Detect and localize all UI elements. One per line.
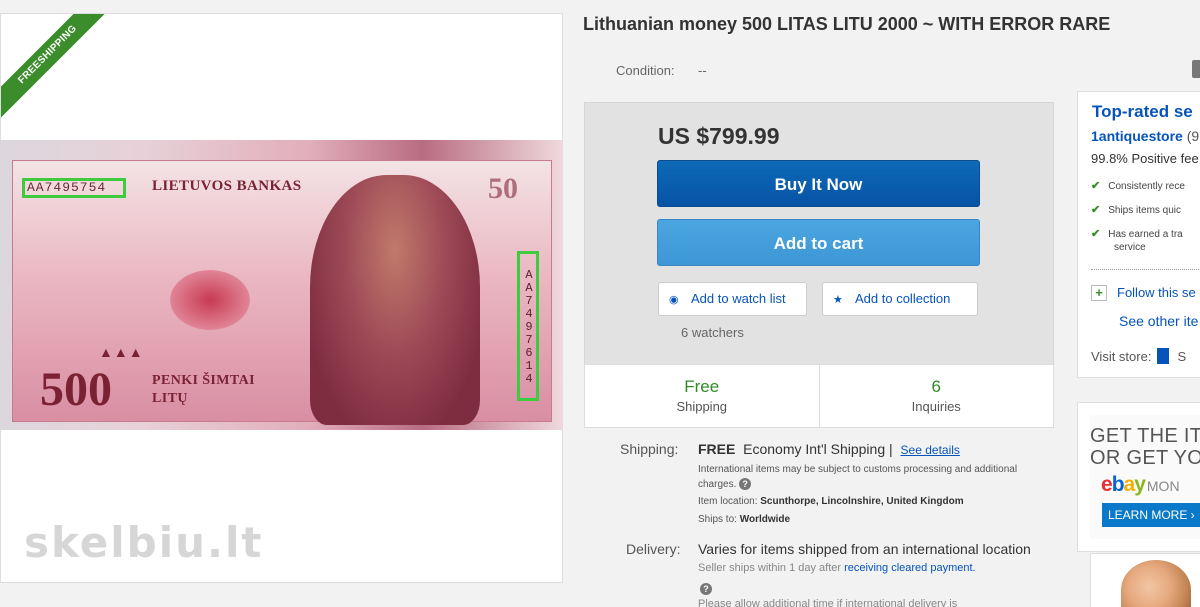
eye-icon: ◉ bbox=[669, 294, 679, 306]
check-icon: ✔ bbox=[1091, 204, 1101, 216]
visit-store[interactable]: Visit store: S bbox=[1091, 348, 1186, 364]
item-location-label: Item location: bbox=[698, 496, 758, 507]
item-stats: Free Shipping 6 Inquiries bbox=[584, 364, 1054, 428]
price: US $799.99 bbox=[658, 123, 780, 149]
condition-label: Condition: bbox=[616, 63, 675, 78]
perk-text: Has earned a tra bbox=[1108, 229, 1183, 240]
perk-text-cont: service bbox=[1114, 242, 1146, 253]
delivery-help-icon[interactable]: ? bbox=[700, 583, 712, 595]
stat-value: 6 bbox=[931, 377, 941, 396]
banknote-bank-name: LIETUVOS BANKAS bbox=[152, 178, 302, 194]
banknote-portrait bbox=[310, 175, 480, 425]
help-icon[interactable]: ? bbox=[739, 478, 752, 490]
item-location-value: Scunthorpe, Lincolnshire, United Kingdom bbox=[760, 496, 964, 507]
check-icon: ✔ bbox=[1091, 180, 1101, 192]
banknote-knight-emblem bbox=[170, 270, 250, 330]
delivery-note-text: Seller ships within 1 day after bbox=[698, 562, 842, 574]
collection-label: Add to collection bbox=[855, 291, 951, 306]
seller-feedback: 99.8% Positive fee bbox=[1091, 151, 1199, 166]
seller-score: (9 bbox=[1186, 128, 1200, 144]
delivery-more-note: Please allow additional time if internat… bbox=[698, 598, 958, 607]
stat-label: Shipping bbox=[676, 399, 728, 414]
logo-letter: a bbox=[1123, 473, 1136, 496]
follow-label: Follow this se bbox=[1117, 285, 1196, 300]
seller-perk: ✔ Has earned a tra bbox=[1091, 227, 1183, 242]
store-icon bbox=[1157, 348, 1170, 364]
shipping-value: FREE Economy Int'l Shipping | See detail… bbox=[698, 441, 960, 457]
banknote-denomination-top: 50 bbox=[488, 172, 518, 205]
shipping-label: Shipping: bbox=[620, 441, 679, 457]
ships-to: Ships to: Worldwide bbox=[698, 514, 790, 525]
banknote-words: PENKI ŠIMTAI LITŲ bbox=[152, 372, 255, 408]
divider bbox=[1091, 269, 1200, 270]
banknote-triangles: ▲▲▲ bbox=[99, 344, 144, 360]
ad-photo bbox=[1121, 560, 1191, 607]
item-location: Item location: Scunthorpe, Lincolnshire,… bbox=[698, 496, 964, 507]
banknote-words-line2: LITŲ bbox=[152, 391, 188, 406]
seller-info-box: Top-rated se 1antiquestore (9 99.8% Posi… bbox=[1077, 91, 1200, 378]
shipping-method: Economy Int'l Shipping | bbox=[743, 441, 893, 457]
watermark: skelbiu.lt bbox=[24, 518, 264, 567]
stat-label: Inquiries bbox=[911, 399, 961, 414]
store-name[interactable]: S bbox=[1177, 349, 1186, 364]
logo-letter: y bbox=[1134, 473, 1146, 496]
seller-title: Top-rated se bbox=[1092, 102, 1193, 121]
star-icon: ★ bbox=[833, 294, 843, 306]
ebay-money-ad[interactable]: GET THE IT OR GET YO ebay MON LEARN MORE … bbox=[1077, 402, 1200, 552]
learn-more-button[interactable]: LEARN MORE › bbox=[1102, 503, 1200, 527]
see-other-items-link[interactable]: See other ite bbox=[1119, 313, 1198, 329]
buy-it-now-button[interactable]: Buy It Now bbox=[657, 160, 980, 207]
watch-list-label: Add to watch list bbox=[691, 291, 786, 306]
stat-shipping: Free Shipping bbox=[585, 365, 819, 427]
buy-box: US $799.99 Buy It Now Add to cart ◉ Add t… bbox=[584, 102, 1054, 428]
add-to-collection-button[interactable]: ★ Add to collection bbox=[822, 282, 978, 316]
delivery-value: Varies for items shipped from an interna… bbox=[698, 541, 1031, 557]
delivery-label: Delivery: bbox=[626, 541, 681, 557]
banknote-words-line1: PENKI ŠIMTAI bbox=[152, 373, 255, 388]
ad-line1: GET THE IT bbox=[1090, 425, 1200, 447]
shipping-note: International items may be subject to cu… bbox=[698, 462, 1038, 492]
free-shipping-ribbon: FREESHIPPING bbox=[1, 14, 116, 123]
ad-money: MON bbox=[1146, 478, 1180, 494]
ebay-logo: ebay MON bbox=[1101, 473, 1180, 497]
add-to-cart-button[interactable]: Add to cart bbox=[657, 219, 980, 266]
ships-to-value: Worldwide bbox=[739, 514, 791, 525]
stat-value: Free bbox=[684, 377, 720, 396]
seller-perk: ✔ Ships items quic bbox=[1091, 203, 1181, 218]
perk-text: Consistently rece bbox=[1108, 181, 1185, 192]
watchers-count: 6 watchers bbox=[681, 325, 744, 340]
condition-value: -- bbox=[698, 63, 707, 78]
ships-to-label: Ships to: bbox=[698, 514, 737, 525]
shipping-free: FREE bbox=[698, 441, 736, 457]
follow-seller-link[interactable]: + Follow this se bbox=[1091, 285, 1196, 301]
perk-text: Ships items quic bbox=[1108, 205, 1182, 216]
visit-store-label: Visit store: bbox=[1091, 349, 1152, 364]
seller-name-link[interactable]: 1antiquestore bbox=[1091, 128, 1183, 144]
banknote-denomination: 500 bbox=[40, 363, 112, 416]
serial-number-right: AA7497614 bbox=[517, 251, 539, 401]
ad-line2: OR GET YO bbox=[1090, 447, 1200, 469]
plus-icon: + bbox=[1091, 285, 1107, 301]
check-icon: ✔ bbox=[1091, 228, 1101, 240]
share-icon[interactable] bbox=[1192, 60, 1200, 78]
seller-name[interactable]: 1antiquestore (9 bbox=[1091, 128, 1199, 144]
stat-inquiries: 6 Inquiries bbox=[818, 365, 1054, 427]
cleared-payment-link[interactable]: receiving cleared payment. bbox=[844, 562, 975, 574]
listing-title: Lithuanian money 500 LITAS LITU 2000 ~ W… bbox=[583, 14, 1111, 34]
delivery-note: Seller ships within 1 day after receivin… bbox=[698, 562, 976, 574]
logo-letter: b bbox=[1111, 473, 1125, 496]
seller-perk: ✔ Consistently rece bbox=[1091, 179, 1185, 194]
add-to-watch-list-button[interactable]: ◉ Add to watch list bbox=[658, 282, 807, 316]
see-details-link[interactable]: See details bbox=[901, 443, 960, 457]
logo-letter: e bbox=[1101, 473, 1113, 496]
secondary-ad[interactable] bbox=[1090, 553, 1200, 607]
serial-number-left: AA7495754 bbox=[22, 178, 126, 198]
